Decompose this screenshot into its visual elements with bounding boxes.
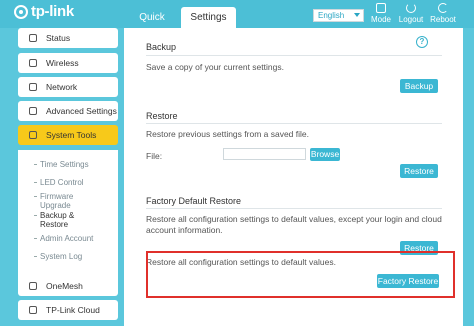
sidebar-item-tp-link-cloud[interactable]: TP-Link Cloud (18, 300, 118, 320)
tab-settings[interactable]: Settings (181, 7, 236, 28)
submenu-system-log[interactable]: System Log (33, 252, 82, 261)
sidebar-item-network[interactable]: Network (18, 77, 118, 97)
highlight-box (146, 251, 455, 298)
logout-button[interactable]: Logout (396, 3, 426, 24)
backup-description: Save a copy of your current settings. (146, 62, 284, 72)
divider (146, 123, 442, 124)
file-input[interactable] (223, 148, 306, 160)
restore-button[interactable]: Restore (400, 164, 438, 178)
factory-restore-description: Restore all configuration settings to de… (146, 214, 442, 235)
submenu-time-settings[interactable]: Time Settings (34, 160, 89, 169)
browse-button[interactable]: Browse (310, 148, 340, 161)
cloud-icon (29, 306, 37, 314)
restore-description: Restore previous settings from a saved f… (146, 129, 309, 139)
top-header: tp-link Quick Setup Settings English Mod… (0, 0, 474, 44)
file-label: File: (146, 151, 163, 161)
sidebar-item-onemesh[interactable]: OneMesh (18, 276, 118, 296)
tab-quick-setup[interactable]: Quick Setup (125, 7, 179, 44)
network-icon (29, 83, 37, 91)
divider (146, 55, 442, 56)
submenu-firmware-upgrade[interactable]: Firmware Upgrade (34, 192, 76, 210)
mode-button[interactable]: Mode (366, 3, 396, 24)
reboot-icon (438, 3, 448, 13)
mesh-icon (29, 282, 37, 290)
factory-restore-title: Factory Default Restore (146, 196, 242, 206)
wifi-icon (29, 59, 37, 67)
mode-icon (376, 3, 386, 13)
divider (146, 208, 442, 209)
backup-title: Backup (146, 42, 177, 52)
reboot-button[interactable]: Reboot (428, 3, 458, 24)
tp-link-logo: tp-link (14, 3, 74, 20)
logo-icon (14, 4, 28, 19)
pulse-icon (29, 34, 37, 42)
gear-icon (29, 107, 37, 115)
submenu-led-control[interactable]: LED Control (34, 178, 84, 187)
restore-title: Restore (146, 111, 178, 121)
help-icon[interactable]: ? (416, 36, 428, 48)
language-select[interactable]: English (313, 9, 364, 22)
logout-icon (406, 3, 416, 13)
backup-button[interactable]: Backup (400, 79, 438, 93)
system-tools-submenu: Time Settings LED Control Firmware Upgra… (18, 150, 118, 292)
chevron-down-icon (354, 13, 360, 17)
sidebar-item-advanced-settings[interactable]: Advanced Settings (18, 101, 118, 121)
submenu-backup-restore[interactable]: Backup & Restore (34, 211, 80, 229)
sidebar-item-status[interactable]: Status (18, 28, 118, 48)
sidebar-item-system-tools[interactable]: System Tools (18, 125, 118, 145)
tools-icon (29, 131, 37, 139)
sidebar-item-wireless[interactable]: Wireless (18, 53, 118, 73)
submenu-admin-account[interactable]: Admin Account (33, 234, 93, 243)
